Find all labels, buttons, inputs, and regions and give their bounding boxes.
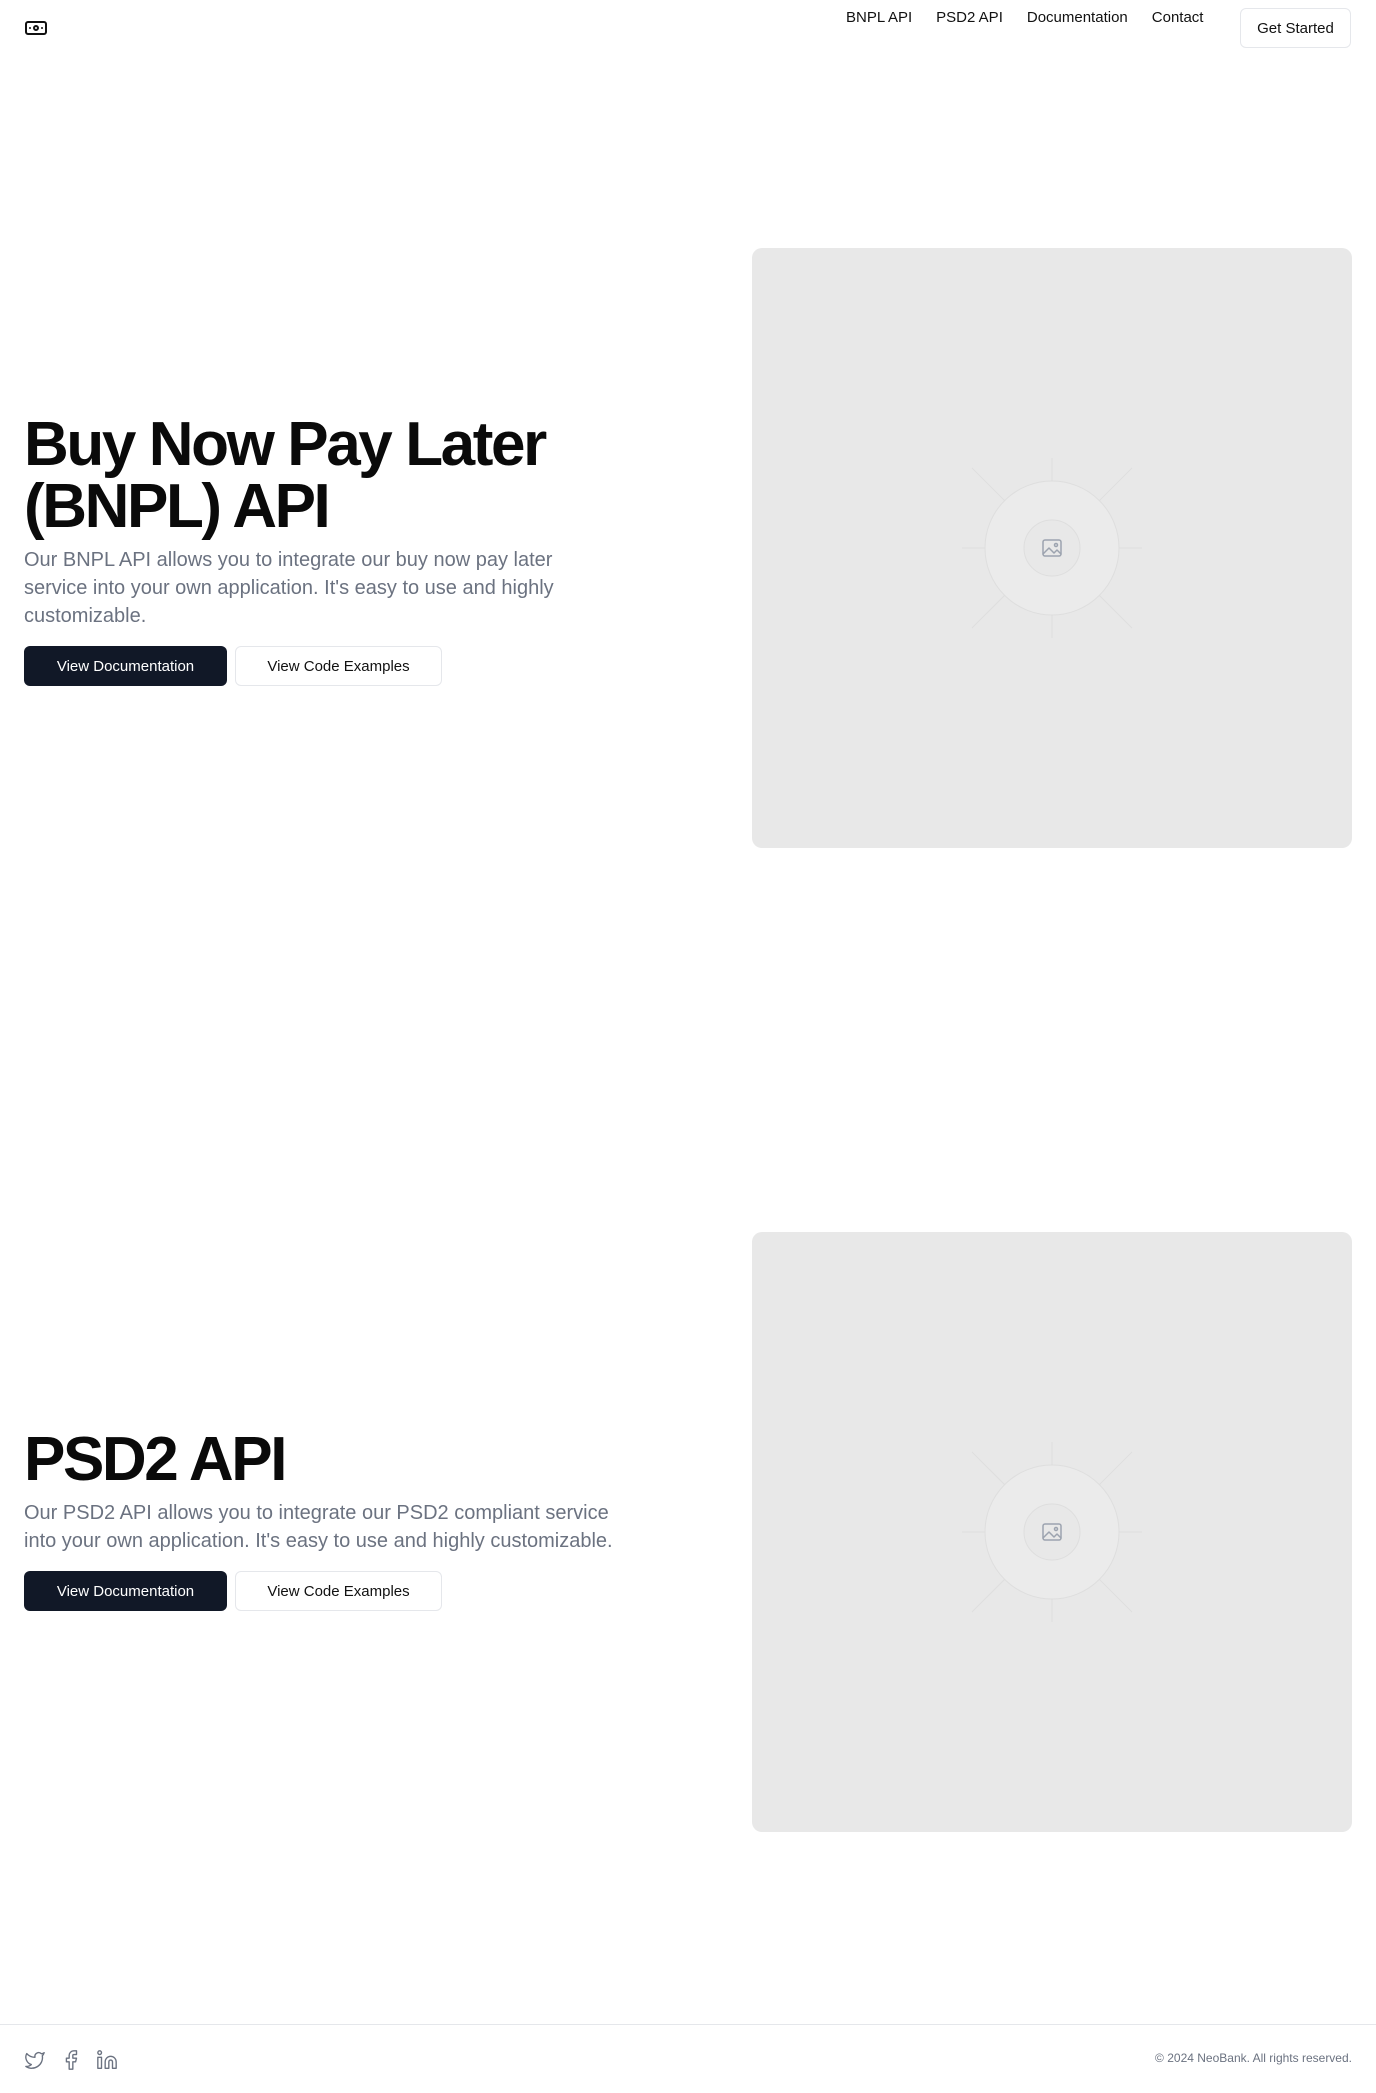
bnpl-view-documentation-button[interactable]: View Documentation	[24, 646, 227, 686]
bnpl-title-line2: (BNPL) API	[24, 472, 331, 541]
nav-link-bnpl-api[interactable]: BNPL API	[846, 8, 912, 28]
psd2-hero-text: PSD2 API Our PSD2 API allows you to inte…	[24, 1429, 644, 1611]
psd2-view-code-examples-button[interactable]: View Code Examples	[235, 1571, 442, 1611]
nav-link-documentation[interactable]: Documentation	[1027, 8, 1128, 28]
banknote-icon[interactable]	[24, 16, 48, 40]
social-links	[24, 2049, 118, 2071]
twitter-icon[interactable]	[24, 2049, 46, 2071]
nav-link-psd2-api[interactable]: PSD2 API	[936, 8, 1003, 28]
bnpl-image-placeholder	[752, 248, 1352, 848]
bnpl-hero-text: Buy Now Pay Later (BNPL) API Our BNPL AP…	[24, 414, 644, 686]
linkedin-icon[interactable]	[96, 2049, 118, 2071]
nav-link-contact[interactable]: Contact	[1152, 8, 1204, 28]
site-header: BNPL API PSD2 API Documentation Contact …	[0, 0, 1376, 56]
psd2-title-line1: PSD2 API	[24, 1425, 287, 1494]
get-started-button[interactable]: Get Started	[1240, 8, 1351, 48]
page: BNPL API PSD2 API Documentation Contact …	[0, 0, 1376, 2093]
facebook-icon[interactable]	[60, 2049, 82, 2071]
main-nav: BNPL API PSD2 API Documentation Contact	[846, 8, 1227, 28]
copyright-text: © 2024 NeoBank. All rights reserved.	[1155, 2051, 1352, 2065]
psd2-image-placeholder	[752, 1232, 1352, 1832]
bnpl-view-code-examples-button[interactable]: View Code Examples	[235, 646, 442, 686]
site-footer: © 2024 NeoBank. All rights reserved.	[0, 2024, 1376, 2093]
image-placeholder-icon	[962, 458, 1142, 638]
psd2-button-row: View Documentation View Code Examples	[24, 1571, 644, 1611]
bnpl-title-line1: Buy Now Pay Later	[24, 410, 547, 479]
psd2-description: Our PSD2 API allows you to integrate our…	[24, 1502, 613, 1552]
psd2-title: PSD2 API	[24, 1429, 644, 1491]
image-placeholder-icon	[962, 1442, 1142, 1622]
bnpl-description: Our BNPL API allows you to integrate our…	[24, 549, 554, 627]
bnpl-title: Buy Now Pay Later (BNPL) API	[24, 414, 644, 538]
psd2-view-documentation-button[interactable]: View Documentation	[24, 1571, 227, 1611]
bnpl-button-row: View Documentation View Code Examples	[24, 646, 644, 686]
